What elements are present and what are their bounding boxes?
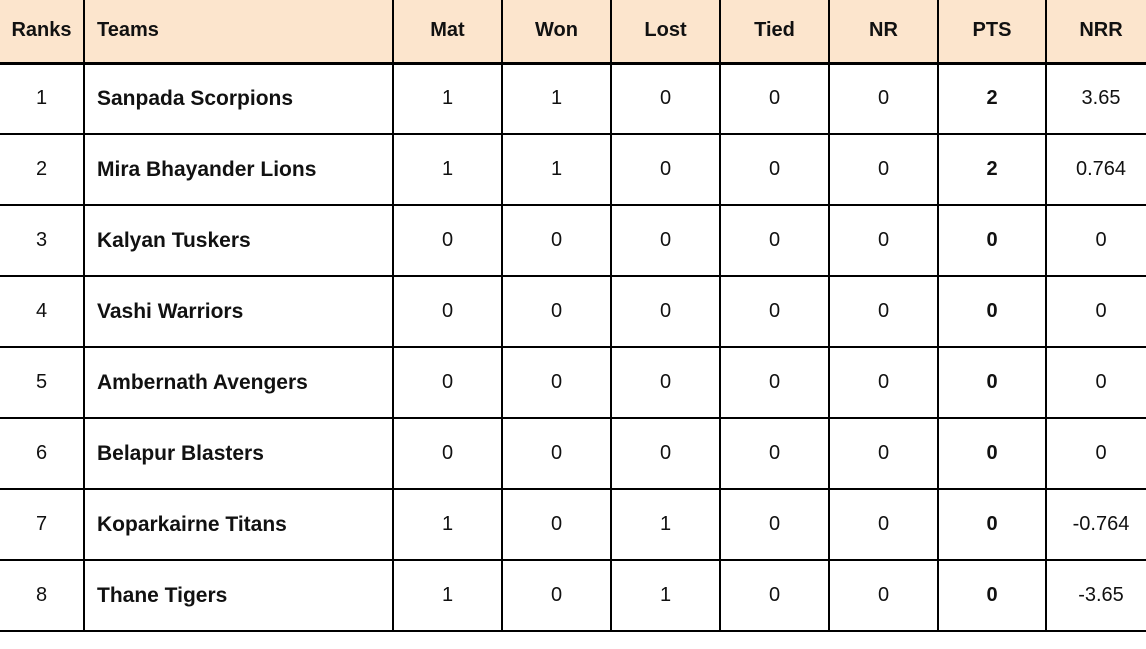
cell-pts: 0 <box>937 560 1046 632</box>
cell-team: Mira Bhayander Lions <box>83 134 393 206</box>
cell-nr: 0 <box>828 347 938 419</box>
column-header-ranks[interactable]: Ranks <box>0 0 84 65</box>
cell-tied: 0 <box>719 489 829 561</box>
cell-rank: 7 <box>0 489 84 561</box>
cell-pts: 2 <box>937 134 1046 206</box>
cell-nrr: 0 <box>1045 276 1146 348</box>
cell-lost: 0 <box>610 134 720 206</box>
cell-rank: 1 <box>0 63 84 135</box>
cell-mat: 1 <box>392 489 502 561</box>
cell-tied: 0 <box>719 63 829 135</box>
table-row[interactable]: 8 Thane Tigers 1 0 1 0 0 0 -3.65 <box>0 560 1146 632</box>
cell-nr: 0 <box>828 560 938 632</box>
cell-lost: 0 <box>610 347 720 419</box>
cell-won: 0 <box>501 276 611 348</box>
header-row: Ranks Teams Mat Won Lost Tied NR PTS NRR <box>0 0 1146 65</box>
cell-lost: 0 <box>610 205 720 277</box>
cell-mat: 1 <box>392 134 502 206</box>
cell-mat: 0 <box>392 347 502 419</box>
cell-rank: 2 <box>0 134 84 206</box>
cell-won: 0 <box>501 347 611 419</box>
table-row[interactable]: 3 Kalyan Tuskers 0 0 0 0 0 0 0 <box>0 205 1146 277</box>
cell-team: Thane Tigers <box>83 560 393 632</box>
column-header-lost[interactable]: Lost <box>610 0 720 65</box>
cell-tied: 0 <box>719 134 829 206</box>
cell-rank: 8 <box>0 560 84 632</box>
cell-rank: 3 <box>0 205 84 277</box>
cell-nr: 0 <box>828 489 938 561</box>
cell-rank: 5 <box>0 347 84 419</box>
cell-team: Belapur Blasters <box>83 418 393 490</box>
cell-won: 0 <box>501 489 611 561</box>
table-row[interactable]: 5 Ambernath Avengers 0 0 0 0 0 0 0 <box>0 347 1146 419</box>
table-row[interactable]: 2 Mira Bhayander Lions 1 1 0 0 0 2 0.764 <box>0 134 1146 206</box>
cell-nrr: 0 <box>1045 418 1146 490</box>
cell-mat: 1 <box>392 560 502 632</box>
cell-rank: 6 <box>0 418 84 490</box>
cell-won: 1 <box>501 63 611 135</box>
cell-tied: 0 <box>719 347 829 419</box>
cell-pts: 0 <box>937 489 1046 561</box>
cell-nr: 0 <box>828 205 938 277</box>
cell-lost: 0 <box>610 63 720 135</box>
cell-mat: 0 <box>392 276 502 348</box>
cell-mat: 0 <box>392 205 502 277</box>
cell-lost: 0 <box>610 276 720 348</box>
cell-nrr: -0.764 <box>1045 489 1146 561</box>
cell-nr: 0 <box>828 63 938 135</box>
cell-won: 0 <box>501 560 611 632</box>
points-table: Ranks Teams Mat Won Lost Tied NR PTS NRR… <box>0 0 1146 632</box>
cell-won: 0 <box>501 418 611 490</box>
column-header-nrr[interactable]: NRR <box>1045 0 1146 65</box>
cell-won: 1 <box>501 134 611 206</box>
cell-nrr: -3.65 <box>1045 560 1146 632</box>
cell-pts: 2 <box>937 63 1046 135</box>
cell-team: Sanpada Scorpions <box>83 63 393 135</box>
cell-nrr: 3.65 <box>1045 63 1146 135</box>
table-row[interactable]: 4 Vashi Warriors 0 0 0 0 0 0 0 <box>0 276 1146 348</box>
cell-nr: 0 <box>828 134 938 206</box>
cell-mat: 1 <box>392 63 502 135</box>
column-header-nr[interactable]: NR <box>828 0 938 65</box>
cell-tied: 0 <box>719 560 829 632</box>
cell-team: Kalyan Tuskers <box>83 205 393 277</box>
table-row[interactable]: 7 Koparkairne Titans 1 0 1 0 0 0 -0.764 <box>0 489 1146 561</box>
cell-nr: 0 <box>828 276 938 348</box>
cell-nr: 0 <box>828 418 938 490</box>
cell-lost: 0 <box>610 418 720 490</box>
cell-rank: 4 <box>0 276 84 348</box>
table-body: 1 Sanpada Scorpions 1 1 0 0 0 2 3.65 2 Mira Bhayan… <box>0 63 1146 632</box>
column-header-won[interactable]: Won <box>501 0 611 65</box>
cell-won: 0 <box>501 205 611 277</box>
column-header-pts[interactable]: PTS <box>937 0 1046 65</box>
cell-tied: 0 <box>719 205 829 277</box>
table-row[interactable]: 1 Sanpada Scorpions 1 1 0 0 0 2 3.65 <box>0 63 1146 135</box>
cell-pts: 0 <box>937 205 1046 277</box>
cell-nrr: 0.764 <box>1045 134 1146 206</box>
cell-nrr: 0 <box>1045 205 1146 277</box>
cell-team: Ambernath Avengers <box>83 347 393 419</box>
cell-pts: 0 <box>937 276 1046 348</box>
cell-lost: 1 <box>610 489 720 561</box>
table-header: Ranks Teams Mat Won Lost Tied NR PTS NRR <box>0 0 1146 65</box>
cell-tied: 0 <box>719 418 829 490</box>
cell-pts: 0 <box>937 347 1046 419</box>
table-row[interactable]: 6 Belapur Blasters 0 0 0 0 0 0 0 <box>0 418 1146 490</box>
cell-team: Vashi Warriors <box>83 276 393 348</box>
cell-tied: 0 <box>719 276 829 348</box>
column-header-teams[interactable]: Teams <box>83 0 393 65</box>
cell-pts: 0 <box>937 418 1046 490</box>
cell-nrr: 0 <box>1045 347 1146 419</box>
cell-team: Koparkairne Titans <box>83 489 393 561</box>
cell-lost: 1 <box>610 560 720 632</box>
cell-mat: 0 <box>392 418 502 490</box>
column-header-mat[interactable]: Mat <box>392 0 502 65</box>
column-header-tied[interactable]: Tied <box>719 0 829 65</box>
